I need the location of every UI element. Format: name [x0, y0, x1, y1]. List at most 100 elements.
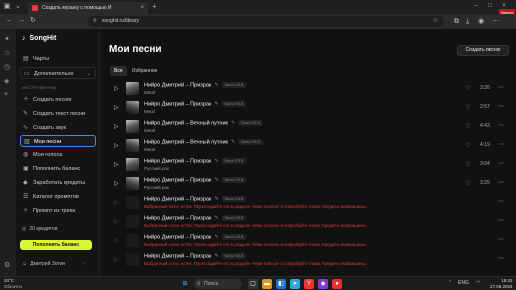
sidebar-item-create-song[interactable]: ＋ Создать песню — [20, 94, 96, 106]
rail-settings-icon[interactable]: ⚙ — [4, 261, 10, 269]
weather-widget[interactable]: 20°C Облачно — [4, 278, 22, 290]
wifi-icon[interactable]: ◠ — [476, 281, 480, 286]
sidebar-item-charts[interactable]: ▤ Чарты — [20, 53, 96, 65]
song-title[interactable]: Нийро Дмитрий – Призрак ✎ Suno V3.5 — [144, 82, 247, 88]
play-icon[interactable]: ▷ — [114, 85, 119, 92]
sidebar-item-prompt-from-track[interactable]: ✧ Промпт из трека — [20, 205, 96, 217]
tab-actions-icon[interactable]: ⌄ — [14, 3, 22, 11]
rail-favorites-icon[interactable]: ☆ — [4, 49, 10, 57]
filter-all[interactable]: Все — [110, 66, 127, 76]
song-title[interactable]: Нийро Дмитрий – Призрак ✎ Suno V3.5 — [144, 253, 247, 259]
song-title[interactable]: Нийро Дмитрий – Призрак ✎ Suno V3.5 — [144, 196, 247, 202]
play-icon[interactable]: ▷ — [114, 218, 119, 225]
tab-close-icon[interactable]: × — [140, 2, 144, 14]
bookmark-star-icon[interactable]: ☆ — [433, 16, 438, 27]
play-icon[interactable]: ▷ — [114, 180, 119, 187]
file-explorer-icon[interactable]: ▬ — [262, 279, 272, 289]
tray-chevron-icon[interactable]: ⌃ — [448, 281, 452, 286]
sidebar-item-create-lyrics[interactable]: ✎ Создать текст песни — [20, 108, 96, 120]
app-icon-purple[interactable]: ◆ — [318, 279, 328, 289]
sidebar-item-earn[interactable]: ◆ Заработать кредиты — [20, 177, 96, 189]
edit-icon[interactable]: ✎ — [231, 139, 235, 145]
heart-icon[interactable]: ♡ — [465, 142, 470, 149]
song-row[interactable]: ▷ Нийро Дмитрий – Призрак ✎ Suno V3.5 Русски… — [100, 175, 510, 194]
more-options-icon[interactable]: ⋯ — [498, 255, 504, 262]
topup-button[interactable]: Пополнить баланс — [20, 240, 92, 250]
edit-icon[interactable]: ✎ — [214, 101, 218, 107]
song-row[interactable]: ▷ Нийро Дмитрий – Вечный путник ✎ Suno V3.5… — [100, 137, 510, 156]
task-view-icon[interactable]: ▢ — [248, 279, 258, 289]
heart-icon[interactable]: ♡ — [465, 123, 470, 130]
workspaces-icon[interactable]: ▣ — [3, 3, 11, 11]
more-options-icon[interactable]: ⋯ — [498, 236, 504, 243]
browser-menu-icon[interactable]: ⋯ — [492, 17, 499, 26]
edit-icon[interactable]: ✎ — [214, 253, 218, 259]
song-row[interactable]: ▷ Нийро Дмитрий – Призрак ✎ Suno V3.5 Выбран… — [100, 232, 510, 251]
rail-history-icon[interactable]: ◷ — [4, 63, 10, 71]
heart-icon[interactable]: ♡ — [465, 104, 470, 111]
more-options-icon[interactable]: ⋯ — [498, 141, 504, 148]
sidebar-item-more[interactable]: ▭ Дополнительно ⌄ — [20, 67, 96, 79]
heart-icon[interactable]: ♡ — [465, 85, 470, 92]
edit-icon[interactable]: ✎ — [214, 158, 218, 164]
site-info-icon[interactable]: ⚲ — [93, 16, 97, 27]
create-song-button[interactable]: Создать песню — [457, 45, 509, 56]
app-logo[interactable]: ♪ SongHit — [22, 35, 56, 42]
start-icon[interactable]: ⊞ — [180, 279, 190, 289]
sidebar-item-create-sound[interactable]: ∿ Создать звук — [20, 122, 96, 134]
rail-ai-icon[interactable]: ✦ — [4, 35, 10, 43]
more-options-icon[interactable]: ⋯ — [498, 84, 504, 91]
extensions-icon[interactable]: ⧉ — [454, 17, 459, 26]
heart-icon[interactable]: ♡ — [465, 161, 470, 168]
play-icon[interactable]: ▷ — [114, 142, 119, 149]
song-title[interactable]: Нийро Дмитрий – Вечный путник ✎ Suno V3.5 — [144, 139, 263, 145]
play-icon[interactable]: ▷ — [114, 199, 119, 206]
play-icon[interactable]: ▷ — [114, 237, 119, 244]
browser-tab-active[interactable]: Создать музыку с помощью И × — [28, 2, 148, 14]
song-row[interactable]: ▷ Нийро Дмитрий – Призрак ✎ Suno V3.5 Выбран… — [100, 194, 510, 213]
heart-icon[interactable]: ♡ — [465, 180, 470, 187]
play-icon[interactable]: ▷ — [114, 161, 119, 168]
maximize-icon[interactable]: □ — [484, 0, 496, 12]
song-title[interactable]: Нийро Дмитрий – Призрак ✎ Suno V3.5 — [144, 101, 247, 107]
user-menu[interactable]: ☺ Дмитрий Зотин › — [22, 261, 85, 267]
sidebar-item-prompt-catalog[interactable]: ☰ Каталог промптов — [20, 191, 96, 203]
more-options-icon[interactable]: ⋯ — [498, 103, 504, 110]
profile-icon[interactable]: ◉ — [478, 17, 484, 26]
song-row[interactable]: ▷ Нийро Дмитрий – Призрак ✎ Suno V3.5 Русски… — [100, 156, 510, 175]
song-title[interactable]: Нийро Дмитрий – Призрак ✎ Suno V3.5 — [144, 215, 247, 221]
rail-games-icon[interactable]: ◈ — [4, 77, 9, 85]
sidebar-item-my-songs[interactable]: ▥ Мои песни — [20, 135, 96, 147]
edit-icon[interactable]: ✎ — [231, 120, 235, 126]
song-row[interactable]: ▷ Нийро Дмитрий – Призрак ✎ Suno V3.5 Metal ♡… — [100, 80, 510, 99]
song-row[interactable]: ▷ Нийро Дмитрий – Вечный путник ✎ Suno V3.5… — [100, 118, 510, 137]
minimize-icon[interactable]: – — [470, 0, 482, 12]
lang-indicator[interactable]: ENG — [458, 281, 469, 286]
song-title[interactable]: Нийро Дмитрий – Призрак ✎ Suno V3.5 — [144, 158, 247, 164]
song-title[interactable]: Нийро Дмитрий – Вечный путник ✎ Suno V3.5 — [144, 120, 263, 126]
play-icon[interactable]: ▷ — [114, 256, 119, 263]
rail-add-icon[interactable]: + — [4, 91, 8, 98]
yandex-browser-icon[interactable]: Y — [304, 279, 314, 289]
play-icon[interactable]: ▷ — [114, 104, 119, 111]
edit-icon[interactable]: ✎ — [214, 177, 218, 183]
more-options-icon[interactable]: ⋯ — [498, 122, 504, 129]
play-icon[interactable]: ▷ — [114, 123, 119, 130]
new-tab-icon[interactable]: + — [152, 2, 157, 12]
recorder-icon[interactable]: ● — [332, 279, 342, 289]
song-row[interactable]: ▷ Нийро Дмитрий – Призрак ✎ Suno V3.5 Выбран… — [100, 251, 510, 270]
song-title[interactable]: Нийро Дмитрий – Призрак ✎ Suno V3.5 — [144, 234, 247, 240]
sidebar-item-my-voices[interactable]: ◍ Мои голоса — [20, 149, 96, 161]
song-row[interactable]: ▷ Нийро Дмитрий – Призрак ✎ Suno V3.5 Metal ♡… — [100, 99, 510, 118]
more-options-icon[interactable]: ⋯ — [498, 198, 504, 205]
edit-icon[interactable]: ✎ — [214, 196, 218, 202]
telegram-icon[interactable]: ➤ — [290, 279, 300, 289]
edit-icon[interactable]: ✎ — [214, 82, 218, 88]
clock[interactable]: 16:42 27.09.2024 — [490, 278, 513, 290]
forward-icon[interactable]: → — [18, 16, 25, 26]
downloads-icon[interactable]: ⤓ — [466, 17, 469, 26]
store-icon[interactable]: ◧ — [276, 279, 286, 289]
song-row[interactable]: ▷ Нийро Дмитрий – Призрак ✎ Suno V3.5 Выбран… — [100, 213, 510, 232]
edit-icon[interactable]: ✎ — [214, 234, 218, 240]
edit-icon[interactable]: ✎ — [214, 215, 218, 221]
